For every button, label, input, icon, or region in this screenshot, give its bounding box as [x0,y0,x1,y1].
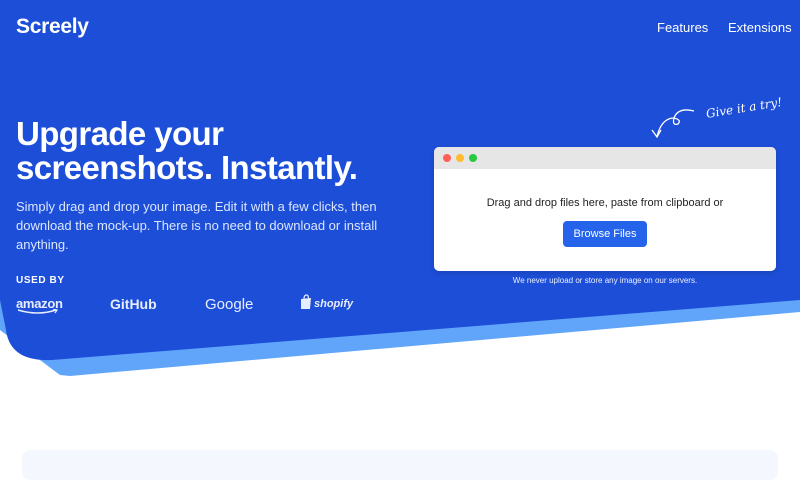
curved-arrow-icon [651,109,695,139]
window-minimize-dot-icon [456,154,464,162]
amazon-smile-icon [17,309,58,314]
hero-headline: Upgrade your screenshots. Instantly. [16,115,358,186]
brand-logo[interactable]: Screely [16,15,89,39]
window-title-bar [434,147,776,169]
shopify-logo: shopify [314,298,354,310]
drop-zone-text: Drag and drop files here, paste from cli… [486,197,724,209]
nav-link-extensions[interactable]: Extensions [728,20,792,35]
hero-subtext: Simply drag and drop your image. Edit it… [16,199,378,252]
next-section-card [22,450,778,480]
github-logo: GitHub [110,296,157,312]
nav-link-features[interactable]: Features [657,20,708,35]
top-navigation: Screely Features Extensions [0,0,800,56]
upload-window[interactable]: Drag and drop files here, paste from cli… [434,147,776,271]
google-logo: Google [205,296,254,313]
window-close-dot-icon [443,154,451,162]
window-maximize-dot-icon [469,154,477,162]
used-by-label: USED BY [16,275,65,286]
privacy-note: We never upload or store any image on ou… [512,276,698,285]
browse-files-button[interactable]: Browse Files [563,221,647,247]
